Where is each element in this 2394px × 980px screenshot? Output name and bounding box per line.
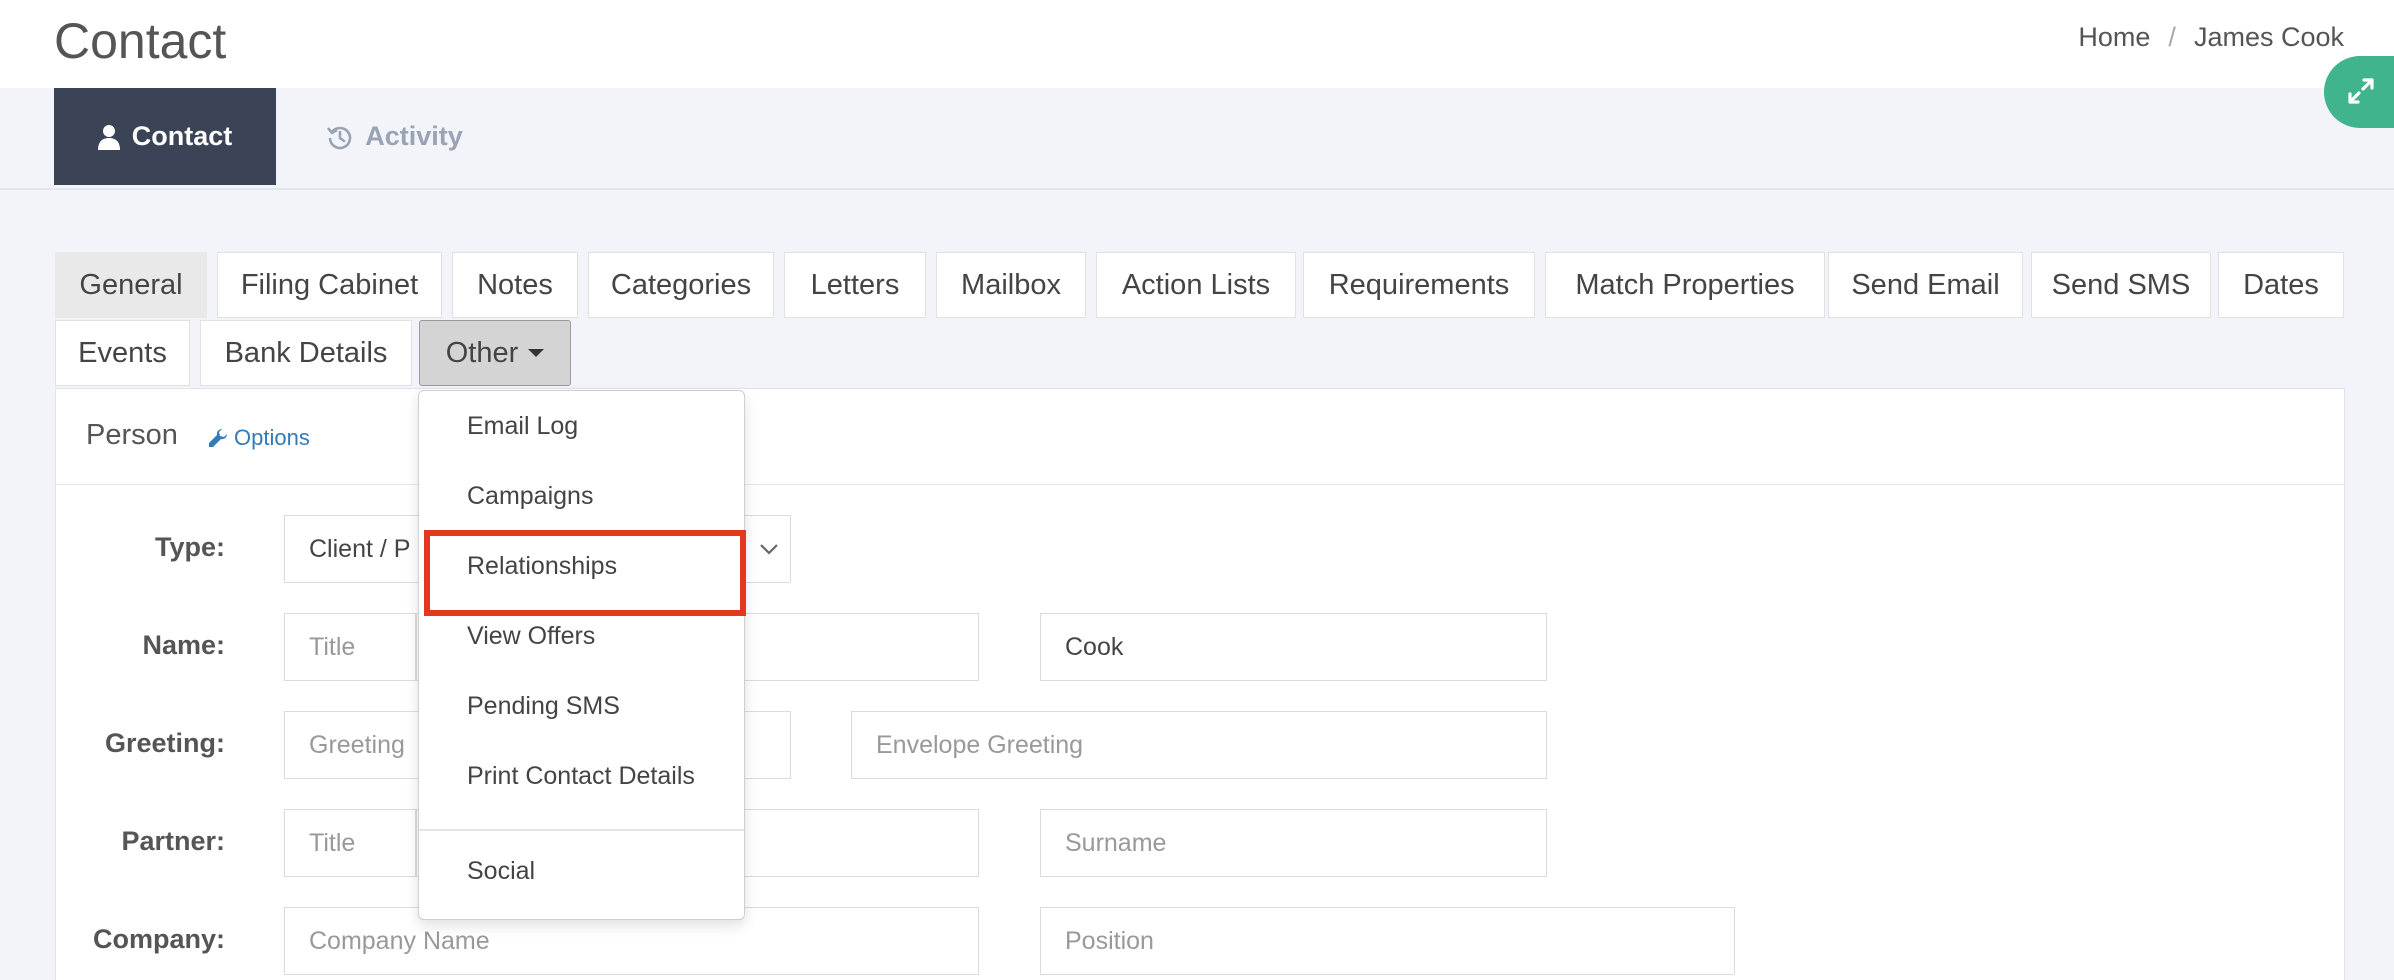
subtab-send-sms[interactable]: Send SMS — [2031, 252, 2211, 318]
tab-contact-label: Contact — [131, 121, 233, 151]
menu-item-view-offers[interactable]: View Offers — [419, 601, 744, 671]
breadcrumb-current: James Cook — [2193, 22, 2344, 52]
greeting-placeholder: Greeting — [309, 730, 405, 759]
menu-item-print-contact-details[interactable]: Print Contact Details — [419, 741, 744, 811]
subtab-requirements[interactable]: Requirements — [1303, 252, 1535, 318]
partner-title-field[interactable]: Title — [284, 809, 416, 877]
breadcrumb-separator: / — [2168, 22, 2176, 52]
menu-item-relationships[interactable]: Relationships — [419, 531, 744, 601]
user-icon — [97, 124, 120, 150]
subtab-match-properties[interactable]: Match Properties — [1545, 252, 1825, 318]
partner-title-placeholder: Title — [309, 828, 356, 857]
main-tab-bar: Contact Activity — [0, 88, 2394, 190]
subtab-mailbox[interactable]: Mailbox — [936, 252, 1086, 318]
position-field[interactable]: Position — [1040, 907, 1735, 975]
tab-activity-label: Activity — [365, 121, 463, 151]
subtab-action-lists[interactable]: Action Lists — [1096, 252, 1296, 318]
company-name-placeholder: Company Name — [309, 926, 490, 955]
type-label: Type: — [154, 532, 225, 562]
envelope-greeting-field[interactable]: Envelope Greeting — [851, 711, 1547, 779]
greeting-label: Greeting: — [104, 728, 225, 758]
partner-surname-field[interactable]: Surname — [1040, 809, 1547, 877]
name-title-field[interactable]: Title — [284, 613, 416, 681]
chevron-down-icon — [760, 544, 778, 555]
menu-divider — [419, 829, 744, 831]
type-select-value: Client / P — [309, 534, 411, 563]
subtab-categories[interactable]: Categories — [588, 252, 774, 318]
subtab-letters[interactable]: Letters — [784, 252, 926, 318]
history-icon — [327, 126, 352, 149]
page-title: Contact — [54, 13, 227, 69]
breadcrumb: Home / James Cook — [2078, 22, 2344, 53]
panel-options-link[interactable]: Options — [208, 425, 310, 451]
subtab-events[interactable]: Events — [55, 320, 190, 386]
subtab-notes[interactable]: Notes — [452, 252, 578, 318]
subtab-other-dropdown[interactable]: Other — [419, 320, 571, 386]
envelope-greeting-placeholder: Envelope Greeting — [876, 730, 1084, 759]
subtab-general[interactable]: General — [55, 252, 207, 318]
wrench-icon — [209, 428, 228, 447]
name-label: Name: — [142, 630, 225, 660]
name-surname-field[interactable]: Cook — [1040, 613, 1547, 681]
subtab-other-label: Other — [445, 336, 519, 369]
caret-down-icon — [528, 349, 545, 357]
tab-activity[interactable]: Activity — [320, 88, 470, 185]
menu-item-pending-sms[interactable]: Pending SMS — [419, 671, 744, 741]
menu-item-campaigns[interactable]: Campaigns — [419, 461, 744, 531]
subtab-filing-cabinet[interactable]: Filing Cabinet — [217, 252, 442, 318]
menu-item-social[interactable]: Social — [419, 836, 744, 906]
menu-item-email-log[interactable]: Email Log — [419, 391, 744, 461]
other-dropdown-menu: Email Log Campaigns Relationships View O… — [418, 390, 745, 920]
panel-options-label: Options — [234, 425, 310, 450]
breadcrumb-home-link[interactable]: Home — [2078, 22, 2150, 52]
tab-contact[interactable]: Contact — [54, 88, 276, 185]
name-title-placeholder: Title — [309, 632, 356, 661]
position-placeholder: Position — [1065, 926, 1154, 955]
partner-label: Partner: — [121, 826, 225, 856]
panel-title: Person — [86, 419, 178, 451]
name-surname-value: Cook — [1065, 632, 1124, 661]
company-label: Company: — [92, 924, 225, 954]
top-header: Contact Home / James Cook — [0, 0, 2394, 88]
partner-surname-placeholder: Surname — [1065, 828, 1167, 857]
subtab-send-email[interactable]: Send Email — [1828, 252, 2023, 318]
panel-header: Person Options — [56, 389, 2344, 485]
subtab-bank-details[interactable]: Bank Details — [200, 320, 412, 386]
subtab-dates[interactable]: Dates — [2218, 252, 2344, 318]
person-panel: Person Options — [55, 388, 2345, 980]
